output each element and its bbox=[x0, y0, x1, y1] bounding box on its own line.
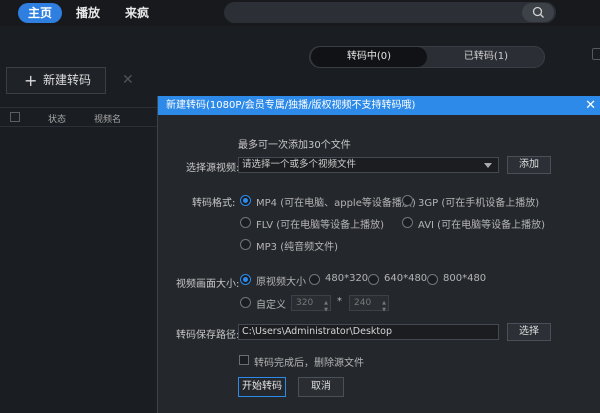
list-header: 状态 视频名 bbox=[0, 107, 160, 127]
delete-source-checkbox[interactable] bbox=[239, 355, 249, 365]
tab-home[interactable]: 主页 bbox=[18, 3, 62, 23]
radio-size-custom[interactable] bbox=[240, 297, 251, 308]
new-convert-label: 新建转码 bbox=[43, 73, 92, 87]
top-bar: 主页 播放 来疯 bbox=[0, 0, 600, 26]
format-mp3-label: MP3 (纯音频文件) bbox=[256, 242, 339, 253]
hint-text: 最多可一次添加30个文件 bbox=[238, 140, 351, 151]
dialog-title: 新建转码(1080P/会员专属/独播/版权视频不支持转码哦) ✕ bbox=[158, 96, 600, 115]
radio-format-flv[interactable] bbox=[240, 217, 251, 228]
radio-format-avi[interactable] bbox=[402, 217, 413, 228]
dialog-title-text: 新建转码(1080P/会员专属/独播/版权视频不支持转码哦) bbox=[166, 100, 416, 111]
select-all-checkbox[interactable] bbox=[10, 112, 20, 122]
radio-size-480x320[interactable] bbox=[309, 274, 320, 285]
save-path-field[interactable]: C:\Users\Administrator\Desktop bbox=[238, 324, 499, 340]
size-640x480-label: 640*480 bbox=[384, 273, 428, 284]
browse-button[interactable]: 选择 bbox=[507, 323, 551, 341]
radio-size-800x480[interactable] bbox=[427, 274, 438, 285]
column-video-name: 视频名 bbox=[94, 115, 122, 125]
tab-converted[interactable]: 已转码(1) bbox=[428, 47, 544, 67]
start-convert-button[interactable]: 开始转码 bbox=[238, 377, 286, 397]
plus-icon: + bbox=[24, 71, 38, 90]
format-3gp-label: 3GP (可在手机设备上播放) bbox=[418, 198, 540, 209]
convert-status-switch: 转码中(0) 已转码(1) bbox=[309, 46, 545, 68]
new-convert-dialog: 新建转码(1080P/会员专属/独播/版权视频不支持转码哦) ✕ 最多可一次添加… bbox=[157, 96, 600, 413]
radio-size-original[interactable] bbox=[240, 274, 251, 285]
source-label: 选择源视频: bbox=[186, 163, 240, 174]
search-input[interactable] bbox=[224, 2, 556, 23]
delete-source-label: 转码完成后，删除源文件 bbox=[254, 358, 364, 369]
custom-width-stepper[interactable]: 320 ▲ ▼ bbox=[291, 295, 331, 313]
tab-play[interactable]: 播放 bbox=[70, 3, 106, 23]
search-icon bbox=[532, 6, 544, 18]
column-status: 状态 bbox=[48, 115, 67, 125]
chevron-down-icon[interactable]: ▼ bbox=[324, 303, 328, 317]
add-button[interactable]: 添加 bbox=[507, 156, 551, 174]
close-icon[interactable]: ✕ bbox=[585, 96, 596, 115]
panel-toggle[interactable] bbox=[592, 48, 600, 60]
size-label: 视频画面大小: bbox=[176, 279, 240, 290]
size-original-label: 原视频大小 bbox=[256, 277, 306, 288]
search-button[interactable] bbox=[522, 3, 554, 22]
source-video-select[interactable]: 请选择一个或多个视频文件 bbox=[238, 157, 499, 173]
format-mp4-label: MP4 (可在电脑、apple等设备播放) bbox=[256, 198, 416, 209]
custom-height-value: 240 bbox=[354, 298, 372, 308]
size-separator: * bbox=[337, 296, 342, 307]
radio-format-mp3[interactable] bbox=[240, 239, 251, 250]
radio-format-mp4[interactable] bbox=[240, 195, 251, 206]
chevron-down-icon bbox=[484, 163, 492, 168]
source-placeholder: 请选择一个或多个视频文件 bbox=[242, 159, 357, 170]
size-800x480-label: 800*480 bbox=[443, 273, 487, 284]
custom-width-value: 320 bbox=[296, 298, 314, 308]
format-label: 转码格式: bbox=[192, 198, 236, 209]
radio-size-640x480[interactable] bbox=[368, 274, 379, 285]
tab-laifeng[interactable]: 来疯 bbox=[118, 3, 156, 23]
format-flv-label: FLV (可在电脑等设备上播放) bbox=[256, 220, 385, 231]
new-convert-button[interactable]: + 新建转码 bbox=[6, 67, 106, 94]
close-icon[interactable]: ✕ bbox=[122, 72, 134, 88]
cancel-button[interactable]: 取消 bbox=[298, 377, 344, 397]
radio-format-3gp[interactable] bbox=[402, 195, 413, 206]
tab-converting[interactable]: 转码中(0) bbox=[311, 47, 427, 67]
custom-height-stepper[interactable]: 240 ▲ ▼ bbox=[349, 295, 389, 313]
save-path-label: 转码保存路径: bbox=[176, 330, 240, 341]
size-480x320-label: 480*320 bbox=[325, 273, 369, 284]
format-avi-label: AVI (可在电脑等设备上播放) bbox=[418, 220, 545, 231]
chevron-down-icon[interactable]: ▼ bbox=[382, 303, 386, 317]
size-custom-label: 自定义 bbox=[256, 300, 286, 311]
